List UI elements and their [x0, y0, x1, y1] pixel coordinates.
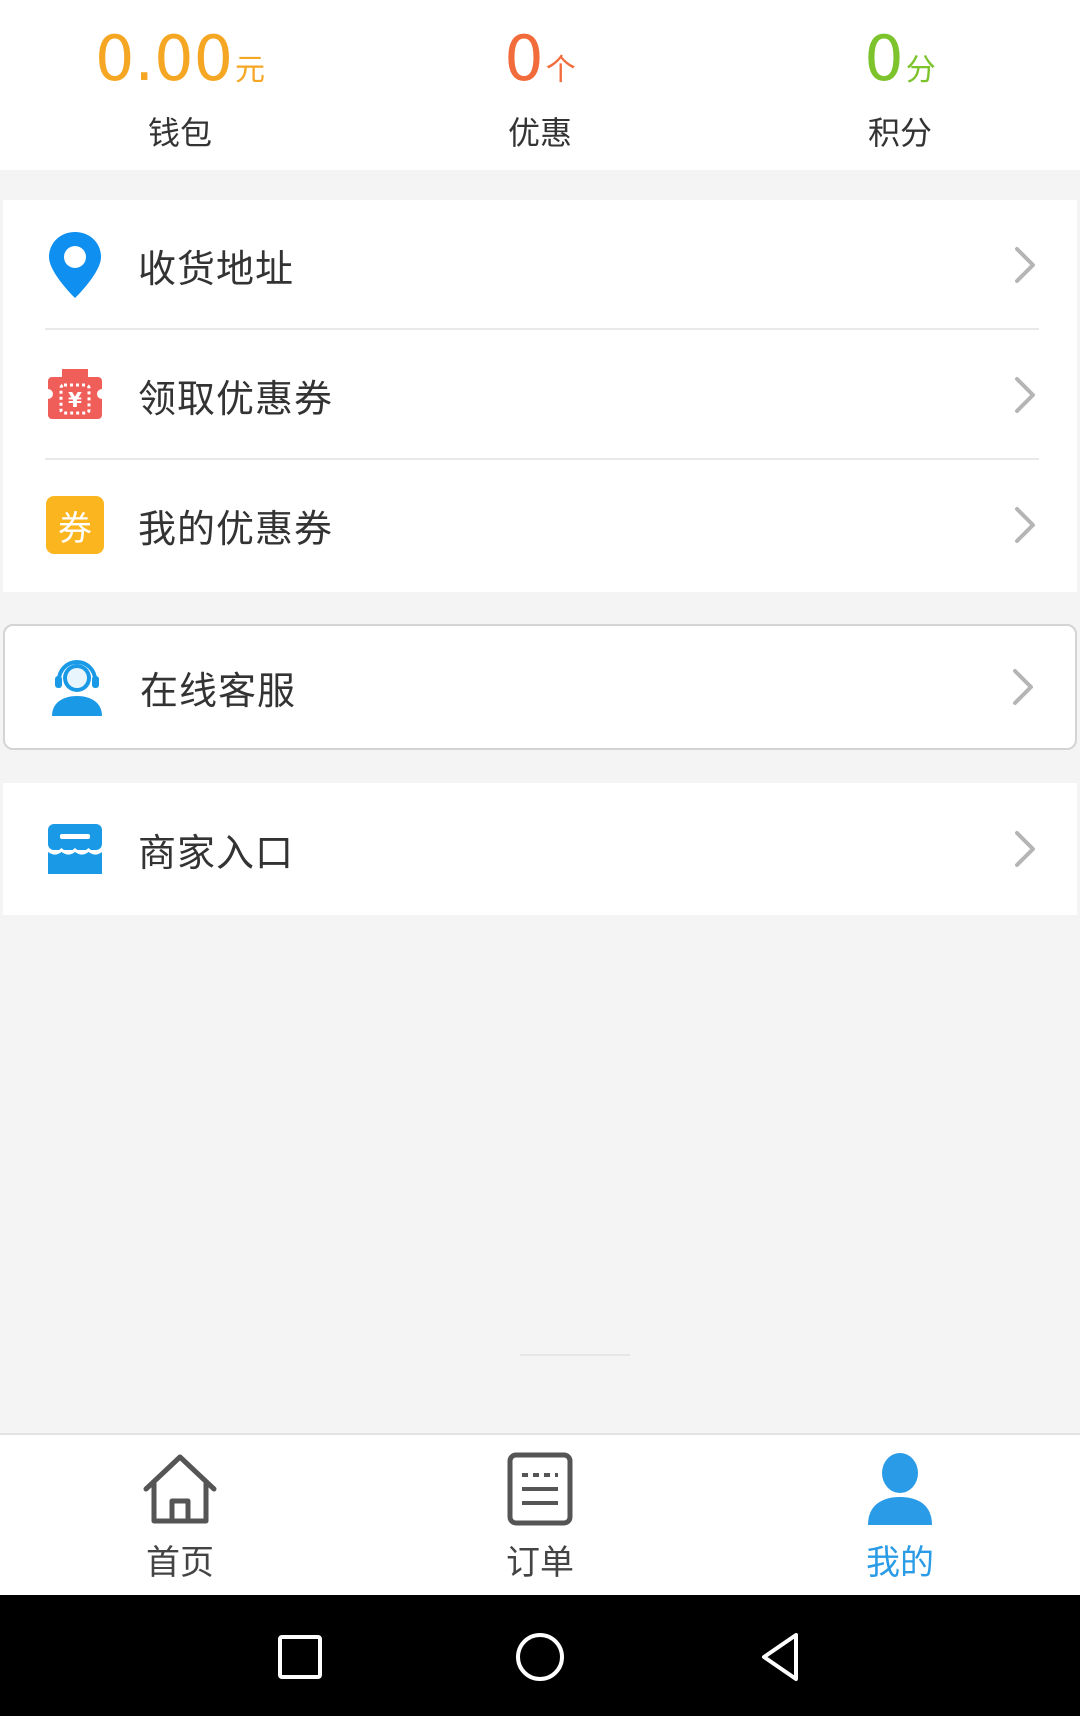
account-stats: 0.00 元 钱包 0 个 优惠 0 分 积分 [0, 0, 1080, 170]
nav-orders[interactable]: 订单 [440, 1435, 640, 1595]
chevron-right-icon [1015, 247, 1035, 283]
address-label: 收货地址 [138, 246, 295, 291]
nav-mine-label: 我的 [866, 1543, 934, 1583]
bottom-navigation: 首页 订单 我的 [0, 1433, 1080, 1595]
discount-unit: 个 [545, 53, 576, 88]
recent-apps-icon[interactable] [272, 1629, 328, 1685]
storefront-icon [45, 814, 105, 884]
wallet-stat[interactable]: 0.00 元 钱包 [0, 0, 360, 170]
wallet-label: 钱包 [147, 114, 212, 152]
menu-group-merchant: 商家入口 [3, 783, 1077, 915]
wallet-amount: 0.00 [94, 22, 234, 95]
wallet-unit: 元 [235, 53, 266, 88]
online-service-label: 在线客服 [140, 668, 297, 713]
chevron-right-icon [1015, 377, 1035, 413]
coupon-badge-text: 券 [58, 508, 92, 549]
nav-mine[interactable]: 我的 [800, 1435, 1000, 1595]
menu-group-coupons: 收货地址 ¥ 领取优惠券 券 我的优惠券 [3, 200, 1077, 592]
discount-value: 0 个 [504, 26, 575, 92]
menu-item-address[interactable]: 收货地址 [3, 200, 1077, 330]
home-icon [143, 1454, 217, 1524]
coupon-ticket-icon: ¥ [45, 360, 105, 430]
menu-item-merchant-entry[interactable]: 商家入口 [3, 783, 1077, 915]
system-navigation-bar [0, 1595, 1080, 1716]
back-triangle-icon[interactable] [752, 1629, 808, 1685]
points-label: 积分 [867, 114, 932, 152]
points-unit: 分 [905, 53, 936, 88]
profile-screen: 0.00 元 钱包 0 个 优惠 0 分 积分 收货地址 ¥ 领取优惠券 券 我… [0, 0, 1080, 1716]
user-icon [868, 1453, 932, 1525]
nav-home[interactable]: 首页 [80, 1435, 280, 1595]
coupon-badge-icon: 券 [45, 490, 105, 560]
chevron-right-icon [1013, 669, 1033, 705]
get-coupon-label: 领取优惠券 [138, 376, 334, 421]
chevron-right-icon [1015, 831, 1035, 867]
wallet-value: 0.00 元 [95, 26, 265, 92]
my-coupon-label: 我的优惠券 [138, 506, 334, 551]
svg-text:¥: ¥ [68, 388, 82, 412]
discount-stat[interactable]: 0 个 优惠 [360, 0, 720, 170]
menu-item-online-service[interactable]: 在线客服 [5, 626, 1075, 748]
points-stat[interactable]: 0 分 积分 [720, 0, 1080, 170]
chevron-right-icon [1015, 507, 1035, 543]
menu-item-get-coupon[interactable]: ¥ 领取优惠券 [3, 330, 1077, 460]
points-count: 0 [864, 22, 904, 95]
nav-orders-label: 订单 [506, 1543, 574, 1583]
location-pin-icon [45, 230, 105, 300]
menu-group-service: 在线客服 [3, 624, 1077, 750]
merchant-entry-label: 商家入口 [138, 830, 295, 875]
home-circle-icon[interactable] [512, 1629, 568, 1685]
points-value: 0 分 [864, 26, 935, 92]
discount-count: 0 [504, 22, 544, 95]
menu-item-my-coupon[interactable]: 券 我的优惠券 [3, 460, 1077, 590]
faint-watermark [520, 1354, 630, 1356]
discount-label: 优惠 [507, 114, 572, 152]
orders-list-icon [507, 1452, 573, 1526]
customer-service-icon [47, 652, 107, 722]
nav-home-label: 首页 [146, 1543, 214, 1583]
